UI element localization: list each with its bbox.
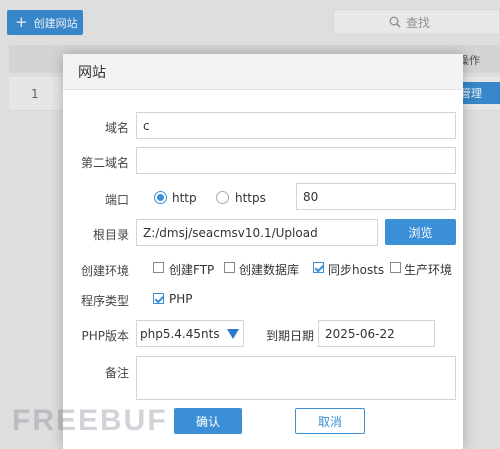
watermark: FREEBUF [12,404,168,437]
root-dir-input[interactable]: Z:/dmsj/seacmsv10.1/Upload [136,219,378,246]
domain-label: 域名 [104,121,129,135]
ftp-label: 创建FTP [169,263,215,277]
program-type-label: 程序类型 [80,294,129,308]
ftp-checkbox[interactable] [153,262,164,273]
domain-value: c [143,118,150,133]
https-label: https [235,191,266,205]
dialog-title: 网站 [63,54,463,90]
root-dir-value: Z:/dmsj/seacmsv10.1/Upload [143,225,318,240]
php-version-select[interactable]: php5.4.45nts [136,320,244,347]
hosts-checkbox[interactable] [313,262,324,273]
http-radio[interactable] [154,191,167,204]
database-checkbox[interactable] [224,262,235,273]
site-dialog: 网站 域名 c 第二域名 端口 http https 80 根目录 Z:/dms… [63,54,463,449]
second-domain-input[interactable] [136,147,456,174]
php-version-label: PHP版本 [81,329,130,343]
https-radio[interactable] [216,191,229,204]
database-label: 创建数据库 [239,263,300,277]
expire-label: 到期日期 [266,329,315,343]
root-dir-label: 根目录 [92,228,129,242]
confirm-button[interactable]: 确认 [174,408,242,434]
remark-textarea[interactable] [136,356,456,400]
production-label: 生产环境 [404,263,453,277]
port-value: 80 [303,189,319,204]
expire-date-input[interactable]: 2025-06-22 [318,320,435,347]
browse-button[interactable]: 浏览 [385,219,456,245]
expire-date-value: 2025-06-22 [325,326,395,341]
php-label: PHP [169,292,193,306]
hosts-label: 同步hosts [328,263,385,277]
port-label: 端口 [104,193,129,207]
http-label: http [172,191,197,205]
chevron-down-icon [227,329,239,339]
php-checkbox[interactable] [153,293,164,304]
cancel-button[interactable]: 取消 [295,408,365,434]
second-domain-label: 第二域名 [80,156,129,170]
domain-input[interactable]: c [136,112,456,139]
port-input[interactable]: 80 [296,183,456,210]
php-version-value: php5.4.45nts [140,326,220,341]
remark-label: 备注 [104,366,129,380]
production-checkbox[interactable] [390,262,401,273]
env-label: 创建环境 [80,264,129,278]
